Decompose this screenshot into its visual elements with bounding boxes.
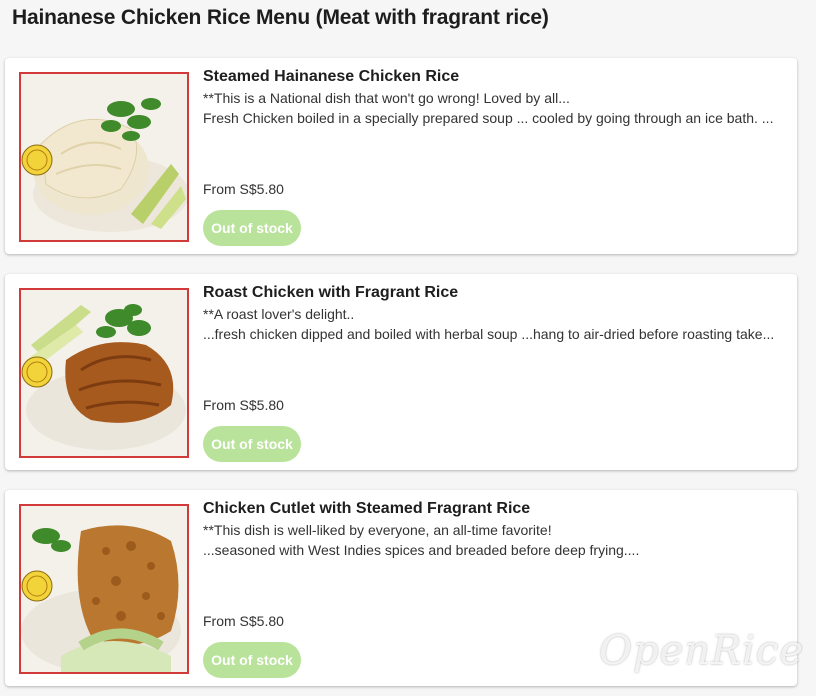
roast-chicken-rice-photo[interactable] — [19, 288, 189, 458]
item-description-line1: **This dish is well-liked by everyone, a… — [203, 522, 552, 538]
item-name[interactable]: Roast Chicken with Fragrant Rice — [203, 284, 458, 302]
item-description-line2: ...seasoned with West Indies spices and … — [203, 542, 640, 558]
item-description-line1: **This is a National dish that won't go … — [203, 90, 570, 106]
item-price: From S$5.80 — [203, 181, 284, 197]
out-of-stock-button[interactable]: Out of stock — [203, 210, 301, 246]
item-name[interactable]: Chicken Cutlet with Steamed Fragrant Ric… — [203, 500, 530, 518]
out-of-stock-button[interactable]: Out of stock — [203, 426, 301, 462]
item-price: From S$5.80 — [203, 397, 284, 413]
item-description-line2: ...fresh chicken dipped and boiled with … — [203, 326, 775, 342]
chicken-cutlet-rice-photo[interactable] — [19, 504, 189, 674]
out-of-stock-button[interactable]: Out of stock — [203, 642, 301, 678]
item-price: From S$5.80 — [203, 613, 284, 629]
menu-item-card[interactable]: Roast Chicken with Fragrant Rice **A roa… — [5, 274, 797, 470]
steamed-chicken-rice-photo[interactable] — [19, 72, 189, 242]
menu-item-card[interactable]: Steamed Hainanese Chicken Rice **This is… — [5, 58, 797, 254]
page-title: Hainanese Chicken Rice Menu (Meat with f… — [12, 6, 549, 29]
openrice-watermark: OpenRice — [599, 628, 804, 674]
item-description-line2: Fresh Chicken boiled in a specially prep… — [203, 110, 774, 126]
item-name[interactable]: Steamed Hainanese Chicken Rice — [203, 68, 459, 86]
item-description-line1: **A roast lover's delight.. — [203, 306, 355, 322]
